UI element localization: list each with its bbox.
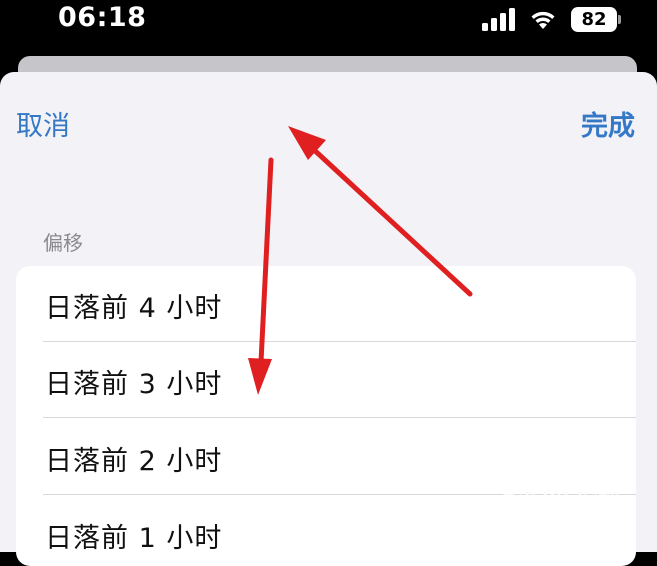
watermark: Bai du 经验 jingyan.baidu.com bbox=[502, 476, 652, 526]
battery-level: 82 bbox=[581, 9, 607, 30]
done-button[interactable]: 完成 bbox=[581, 104, 635, 143]
list-item[interactable]: 日落前 4 小时 bbox=[16, 266, 636, 342]
signal-icon bbox=[482, 8, 515, 31]
wifi-icon bbox=[531, 11, 555, 29]
option-label: 日落前 1 小时 bbox=[45, 523, 223, 554]
status-time: 06:18 bbox=[58, 2, 147, 33]
status-bar: 06:18 82 bbox=[0, 0, 657, 56]
watermark-logo: Bai du 经验 bbox=[502, 483, 620, 508]
row-divider bbox=[43, 417, 636, 418]
list-item[interactable]: 日落前 3 小时 bbox=[16, 342, 636, 418]
section-header-offset: 偏移 bbox=[43, 231, 83, 255]
battery-tip bbox=[618, 15, 621, 24]
option-label: 日落前 3 小时 bbox=[45, 369, 223, 400]
option-label: 日落前 4 小时 bbox=[45, 293, 223, 324]
cancel-button[interactable]: 取消 bbox=[16, 104, 70, 143]
watermark-site: jingyan.baidu.com bbox=[508, 508, 597, 520]
battery-icon: 82 bbox=[571, 7, 617, 32]
option-label: 日落前 2 小时 bbox=[45, 446, 223, 477]
